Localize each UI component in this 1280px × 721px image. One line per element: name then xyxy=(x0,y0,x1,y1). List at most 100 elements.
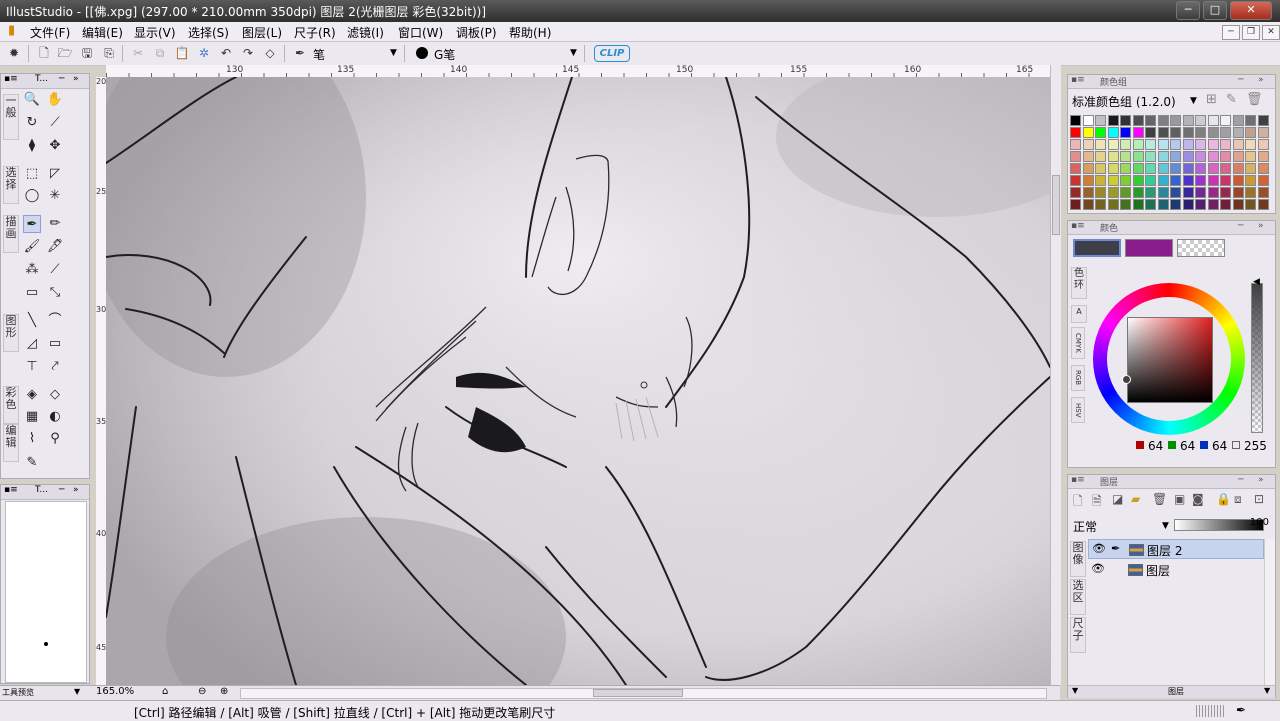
delete-color-icon[interactable]: 🗑 xyxy=(1246,92,1263,107)
new-tone-layer-icon[interactable]: ◪ xyxy=(1112,492,1123,506)
minimize-icon[interactable]: ─ xyxy=(1238,221,1243,231)
expand-icon[interactable]: » xyxy=(73,485,79,495)
sub-color-swatch[interactable] xyxy=(1125,239,1173,257)
color-swatch[interactable] xyxy=(1120,175,1131,186)
pencil-tool-icon[interactable]: ✏ xyxy=(46,215,64,233)
tool-category-edit[interactable]: 编辑 xyxy=(3,424,19,462)
color-swatch[interactable] xyxy=(1220,199,1231,210)
panel-menu-icon[interactable]: ▪≡ xyxy=(4,74,18,84)
eye-icon[interactable]: 👁 xyxy=(1091,562,1105,575)
color-swatch[interactable] xyxy=(1257,151,1269,162)
layer-row[interactable]: 👁 图层 xyxy=(1088,560,1264,580)
menu-select[interactable]: 选择(S) xyxy=(188,24,229,41)
color-swatch[interactable] xyxy=(1082,151,1094,162)
color-swatch[interactable] xyxy=(1145,163,1156,174)
paste-icon[interactable]: 📋 xyxy=(174,45,190,61)
color-swatch[interactable] xyxy=(1120,187,1131,198)
airbrush-tool-icon[interactable]: ⁂ xyxy=(23,261,41,279)
color-set-chevron-down-icon[interactable]: ▼ xyxy=(1190,96,1197,106)
color-swatch[interactable] xyxy=(1257,187,1269,198)
tool-category-select[interactable]: 选择 xyxy=(3,166,19,204)
color-swatch[interactable] xyxy=(1170,187,1181,198)
color-swatch[interactable] xyxy=(1195,139,1206,150)
mask-apply-icon[interactable]: ◙ xyxy=(1192,492,1204,506)
color-swatch[interactable] xyxy=(1132,127,1144,138)
color-swatch[interactable] xyxy=(1082,163,1094,174)
pattern-tool-icon[interactable]: ◐ xyxy=(46,408,64,426)
color-swatch[interactable] xyxy=(1070,187,1081,198)
horizontal-scrollbar[interactable] xyxy=(240,688,1047,699)
color-swatch[interactable] xyxy=(1232,115,1244,126)
layer-row[interactable]: 👁 ✒ 图层 2 xyxy=(1088,539,1264,559)
layer-side-tab-image[interactable]: 图像 xyxy=(1070,541,1086,577)
loupe-tool-icon[interactable]: ⚲ xyxy=(46,430,64,448)
color-swatch[interactable] xyxy=(1245,139,1256,150)
color-tab-hsv[interactable]: HSV xyxy=(1071,397,1085,423)
rect-select-tool-icon[interactable]: ⬚ xyxy=(23,165,41,183)
color-swatch[interactable] xyxy=(1232,175,1244,186)
color-swatch[interactable] xyxy=(1207,163,1219,174)
brush-name[interactable]: 笔 xyxy=(313,46,325,63)
mask-icon[interactable]: ▣ xyxy=(1174,492,1185,506)
ruler-tool-icon[interactable]: ⤤ xyxy=(46,358,64,376)
clip-logo[interactable]: CLIP xyxy=(594,45,630,62)
color-swatch[interactable] xyxy=(1107,151,1119,162)
main-color-swatch[interactable] xyxy=(1073,239,1121,257)
magic-wand-tool-icon[interactable]: ✳ xyxy=(46,187,64,205)
canvas[interactable] xyxy=(106,77,1050,685)
menu-filter[interactable]: 滤镜(I) xyxy=(347,24,384,41)
menu-view[interactable]: 显示(V) xyxy=(134,24,176,41)
color-swatch[interactable] xyxy=(1157,151,1169,162)
color-swatch[interactable] xyxy=(1120,163,1131,174)
expand-icon[interactable]: » xyxy=(1258,475,1264,485)
gradient-tool-icon[interactable]: ▦ xyxy=(23,408,41,426)
doc-restore-button[interactable]: ❐ xyxy=(1242,25,1260,40)
footer-chevron-down-icon[interactable]: ▼ xyxy=(1072,686,1078,695)
panel-menu-icon[interactable]: ▪≡ xyxy=(1071,75,1085,85)
panel-menu-icon[interactable]: ▪≡ xyxy=(1071,475,1085,485)
color-swatch[interactable] xyxy=(1107,163,1119,174)
color-swatch[interactable] xyxy=(1207,127,1219,138)
color-swatch[interactable] xyxy=(1120,151,1131,162)
color-swatch[interactable] xyxy=(1095,187,1106,198)
color-swatch[interactable] xyxy=(1095,175,1106,186)
zoom-in-icon[interactable]: ⊕ xyxy=(220,686,228,697)
color-swatch[interactable] xyxy=(1095,127,1106,138)
color-swatch[interactable] xyxy=(1095,199,1106,210)
menu-window[interactable]: 窗口(W) xyxy=(398,24,443,41)
zoom-out-icon[interactable]: ⊖ xyxy=(198,686,206,697)
color-swatch[interactable] xyxy=(1182,175,1194,186)
menu-help[interactable]: 帮助(H) xyxy=(509,24,551,41)
color-swatch[interactable] xyxy=(1157,127,1169,138)
layer-side-tab-ruler[interactable]: 尺子 xyxy=(1070,617,1086,653)
color-swatch[interactable] xyxy=(1220,151,1231,162)
transform-icon[interactable]: ◇ xyxy=(262,45,278,61)
zoom-tool-icon[interactable]: 🔍 xyxy=(23,91,41,109)
layer-list-scrollbar[interactable] xyxy=(1264,539,1275,685)
color-swatch[interactable] xyxy=(1170,115,1181,126)
color-swatch[interactable] xyxy=(1070,163,1081,174)
color-swatch[interactable] xyxy=(1182,151,1194,162)
close-button[interactable]: ✕ xyxy=(1230,1,1272,20)
object-tool-icon[interactable]: ⌇ xyxy=(23,430,41,448)
polygon-select-tool-icon[interactable]: ◸ xyxy=(46,165,64,183)
edit-color-icon[interactable]: ✎ xyxy=(1226,92,1237,107)
color-swatch[interactable] xyxy=(1170,127,1181,138)
app-icon[interactable]: ▮ xyxy=(8,23,15,38)
color-swatch[interactable] xyxy=(1232,187,1244,198)
color-swatch[interactable] xyxy=(1157,199,1169,210)
color-swatch[interactable] xyxy=(1245,127,1256,138)
minimize-icon[interactable]: ─ xyxy=(59,74,64,84)
color-tab-rgb[interactable]: RGB xyxy=(1071,365,1085,391)
color-swatch[interactable] xyxy=(1070,115,1081,126)
gear-icon[interactable]: ✹ xyxy=(6,45,22,61)
color-swatch[interactable] xyxy=(1107,175,1119,186)
color-swatch[interactable] xyxy=(1107,199,1119,210)
color-swatch[interactable] xyxy=(1220,175,1231,186)
color-swatch[interactable] xyxy=(1232,151,1244,162)
color-swatch[interactable] xyxy=(1195,115,1206,126)
color-swatch[interactable] xyxy=(1120,139,1131,150)
color-set-name[interactable]: 标准颜色组 (1.2.0) xyxy=(1072,93,1176,110)
color-swatch[interactable] xyxy=(1245,187,1256,198)
color-swatch[interactable] xyxy=(1257,199,1269,210)
